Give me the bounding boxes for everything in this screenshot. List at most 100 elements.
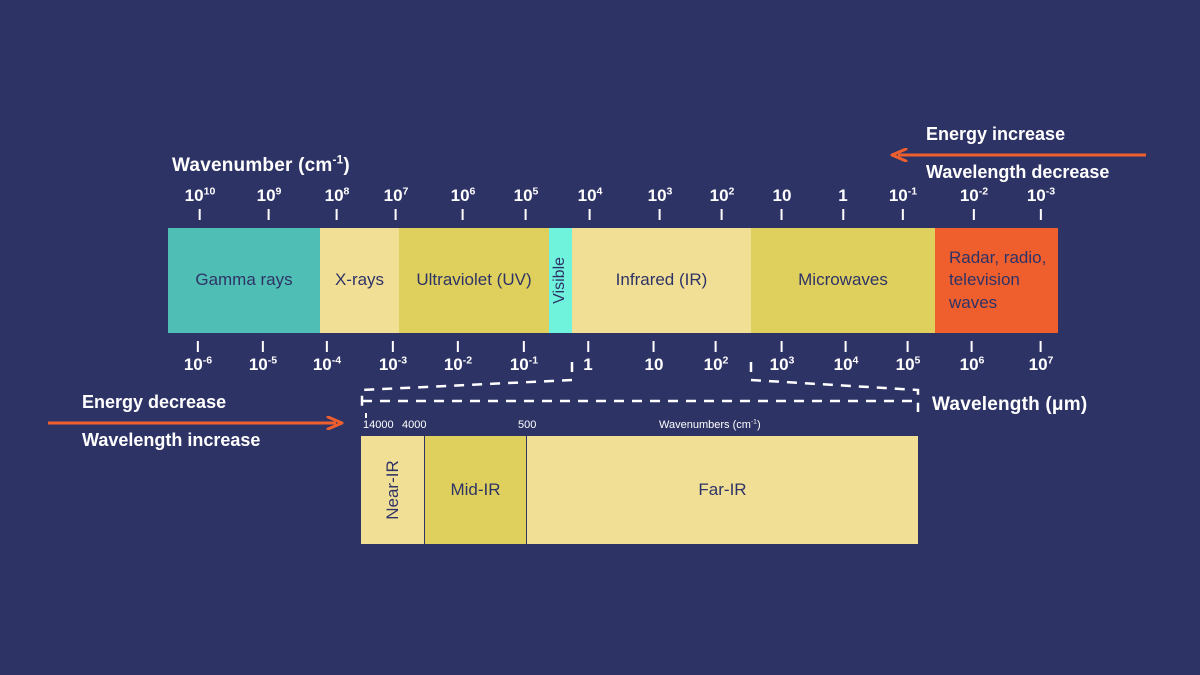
wavenumber-tick-label: 10 — [772, 186, 792, 205]
wavenumber-tick-exponent: 2 — [728, 185, 735, 198]
wavenumber-tick-label: 106 — [450, 185, 476, 205]
wavenumber-tick-exponent: 4 — [596, 185, 603, 198]
wavelength-tick-mark — [196, 341, 199, 352]
ir-detail-band-label: Mid-IR — [450, 480, 501, 499]
wavelength-tick-mark — [907, 341, 909, 352]
wavenumber-tick: 1 — [838, 186, 848, 220]
wavelength-tick-mark — [715, 341, 717, 352]
wavenumber-tick-label: 1 — [838, 186, 848, 205]
wavenumber-tick-label: 109 — [256, 185, 282, 205]
wavelength-tick-mark — [1040, 341, 1042, 352]
wavenumber-tick: 1010 — [184, 185, 216, 220]
wavenumber-tick: 107 — [383, 185, 409, 220]
wavenumber-tick: 10-3 — [1027, 186, 1055, 220]
wavenumber-tick-mark — [901, 209, 904, 220]
wavelength-increase-label: Wavelength increase — [82, 430, 261, 450]
spectrum-band: Radar, radio, television waves — [935, 228, 1058, 333]
spectrum-band: Gamma rays — [168, 228, 320, 333]
wavenumber-tick: 106 — [450, 185, 476, 220]
wavenumber-tick: 10-2 — [960, 186, 988, 220]
wavenumber-tick-mark — [525, 209, 527, 220]
wavelength-tick-mark — [652, 341, 655, 352]
wavenumber-tick-mark — [842, 209, 844, 220]
wavelength-tick-mark — [522, 341, 525, 352]
wavenumber-tick-row: 1010 109 108 107 106 105 104 103 102 10 1 10-1 10-2 1… — [0, 186, 1200, 232]
ir-wavenumbers-units-base: Wavenumbers (cm — [659, 419, 751, 431]
spectrum-band: X-rays — [320, 228, 399, 333]
energy-increase-annotation: Energy increase Wavelength decrease — [888, 124, 1148, 186]
wavenumber-tick-exponent: -2 — [978, 185, 989, 198]
wavenumber-axis-title-exponent: -1 — [332, 153, 344, 167]
energy-increase-label: Energy increase — [926, 124, 1066, 144]
wavelength-decrease-label: Wavelength decrease — [926, 162, 1110, 182]
ir-detail-band-label: Far-IR — [698, 480, 747, 499]
ir-detail-band: Near-IR — [361, 436, 425, 544]
wavenumber-tick-label: 108 — [324, 185, 350, 205]
wavenumber-tick: 102 — [709, 185, 735, 220]
spectrum-band-label: Gamma rays — [195, 270, 293, 290]
wavenumber-tick-label: 10-3 — [1026, 185, 1056, 205]
infrared-detail-panel: Near-IR Mid-IR Far-IR — [361, 436, 918, 544]
wavenumber-tick-exponent: 5 — [532, 185, 539, 198]
ir-wavenumbers-units-label: Wavenumbers (cm-1) — [659, 418, 761, 431]
spectrum-band-label: Radar, radio, television waves — [949, 248, 1047, 312]
wavenumber-tick-label: 103 — [647, 185, 673, 205]
spectrum-band-label: Visible — [551, 257, 569, 304]
wavenumber-tick-mark — [972, 209, 975, 220]
ir-detail-band: Far-IR — [527, 436, 918, 544]
wavenumber-axis-title-base: Wavenumber (cm — [172, 155, 333, 176]
wavenumber-tick-label: 10-2 — [959, 185, 989, 205]
wavenumber-tick-label: 1010 — [184, 185, 216, 205]
wavenumber-tick-mark — [780, 209, 783, 220]
spectrum-band: Visible — [549, 228, 572, 333]
wavenumber-axis-title: Wavenumber (cm-1) — [172, 153, 350, 177]
spectrum-band-label: X-rays — [334, 270, 385, 290]
wavenumber-tick-mark — [589, 209, 591, 220]
wavenumber-tick-mark — [268, 209, 270, 220]
wavenumber-tick-exponent: 9 — [275, 185, 282, 198]
wavenumber-tick-mark — [1039, 209, 1042, 220]
wavenumber-tick-exponent: 6 — [469, 185, 476, 198]
spectrum-band: Microwaves — [751, 228, 935, 333]
ir-scale-label: 14000 — [363, 413, 394, 431]
wavelength-tick-mark — [325, 341, 328, 352]
spectrum-band-label: Ultraviolet (UV) — [416, 270, 532, 290]
wavenumber-tick-label: 102 — [709, 185, 735, 205]
wavelength-tick-mark — [587, 341, 589, 352]
wavelength-axis-title: Wavelength (μm) — [932, 394, 1088, 415]
wavenumber-tick-label: 105 — [513, 185, 539, 205]
wavenumber-tick: 104 — [577, 185, 603, 220]
wavelength-tick-mark — [261, 341, 264, 352]
wavenumber-tick: 109 — [256, 185, 282, 220]
wavenumber-axis-title-tail: ) — [343, 155, 350, 176]
wavenumber-tick-exponent: 8 — [343, 185, 350, 198]
wavenumber-tick-mark — [462, 209, 464, 220]
wavenumber-tick-exponent: 10 — [203, 185, 216, 198]
wavelength-tick-mark — [391, 341, 394, 352]
spectrum-figure: Wavenumber (cm-1) 1010 109 108 107 106 105 104… — [0, 0, 1200, 675]
ir-detail-band-label: Near-IR — [382, 460, 402, 520]
wavenumber-tick-label: 104 — [577, 185, 603, 205]
wavenumber-tick-mark — [198, 209, 201, 220]
wavenumber-tick: 103 — [647, 185, 673, 220]
wavenumber-tick-exponent: -1 — [907, 185, 918, 198]
wavelength-tick-mark — [456, 341, 459, 352]
ir-scale-label: 500 — [518, 419, 537, 431]
wavelength-tick-mark — [971, 341, 973, 352]
wavenumber-tick-mark — [395, 209, 397, 220]
wavenumber-tick: 105 — [513, 185, 539, 220]
spectrum-band-label: Infrared (IR) — [615, 270, 708, 290]
spectrum-band-label: Microwaves — [798, 270, 888, 290]
spectrum-band: Ultraviolet (UV) — [399, 228, 549, 333]
wavenumber-tick-label: 107 — [383, 185, 409, 205]
wavenumber-tick-mark — [659, 209, 661, 220]
wavelength-tick-mark — [781, 341, 783, 352]
wavenumber-tick: 10-1 — [889, 186, 917, 220]
wavenumber-tick-mark — [336, 209, 338, 220]
wavenumber-tick-exponent: 7 — [402, 185, 409, 198]
wavenumber-tick: 108 — [324, 185, 350, 220]
wavenumber-tick-mark — [721, 209, 723, 220]
ir-detail-band: Mid-IR — [425, 436, 527, 544]
wavenumber-tick: 10 — [772, 186, 792, 220]
ir-scale-label: 4000 — [402, 419, 427, 431]
